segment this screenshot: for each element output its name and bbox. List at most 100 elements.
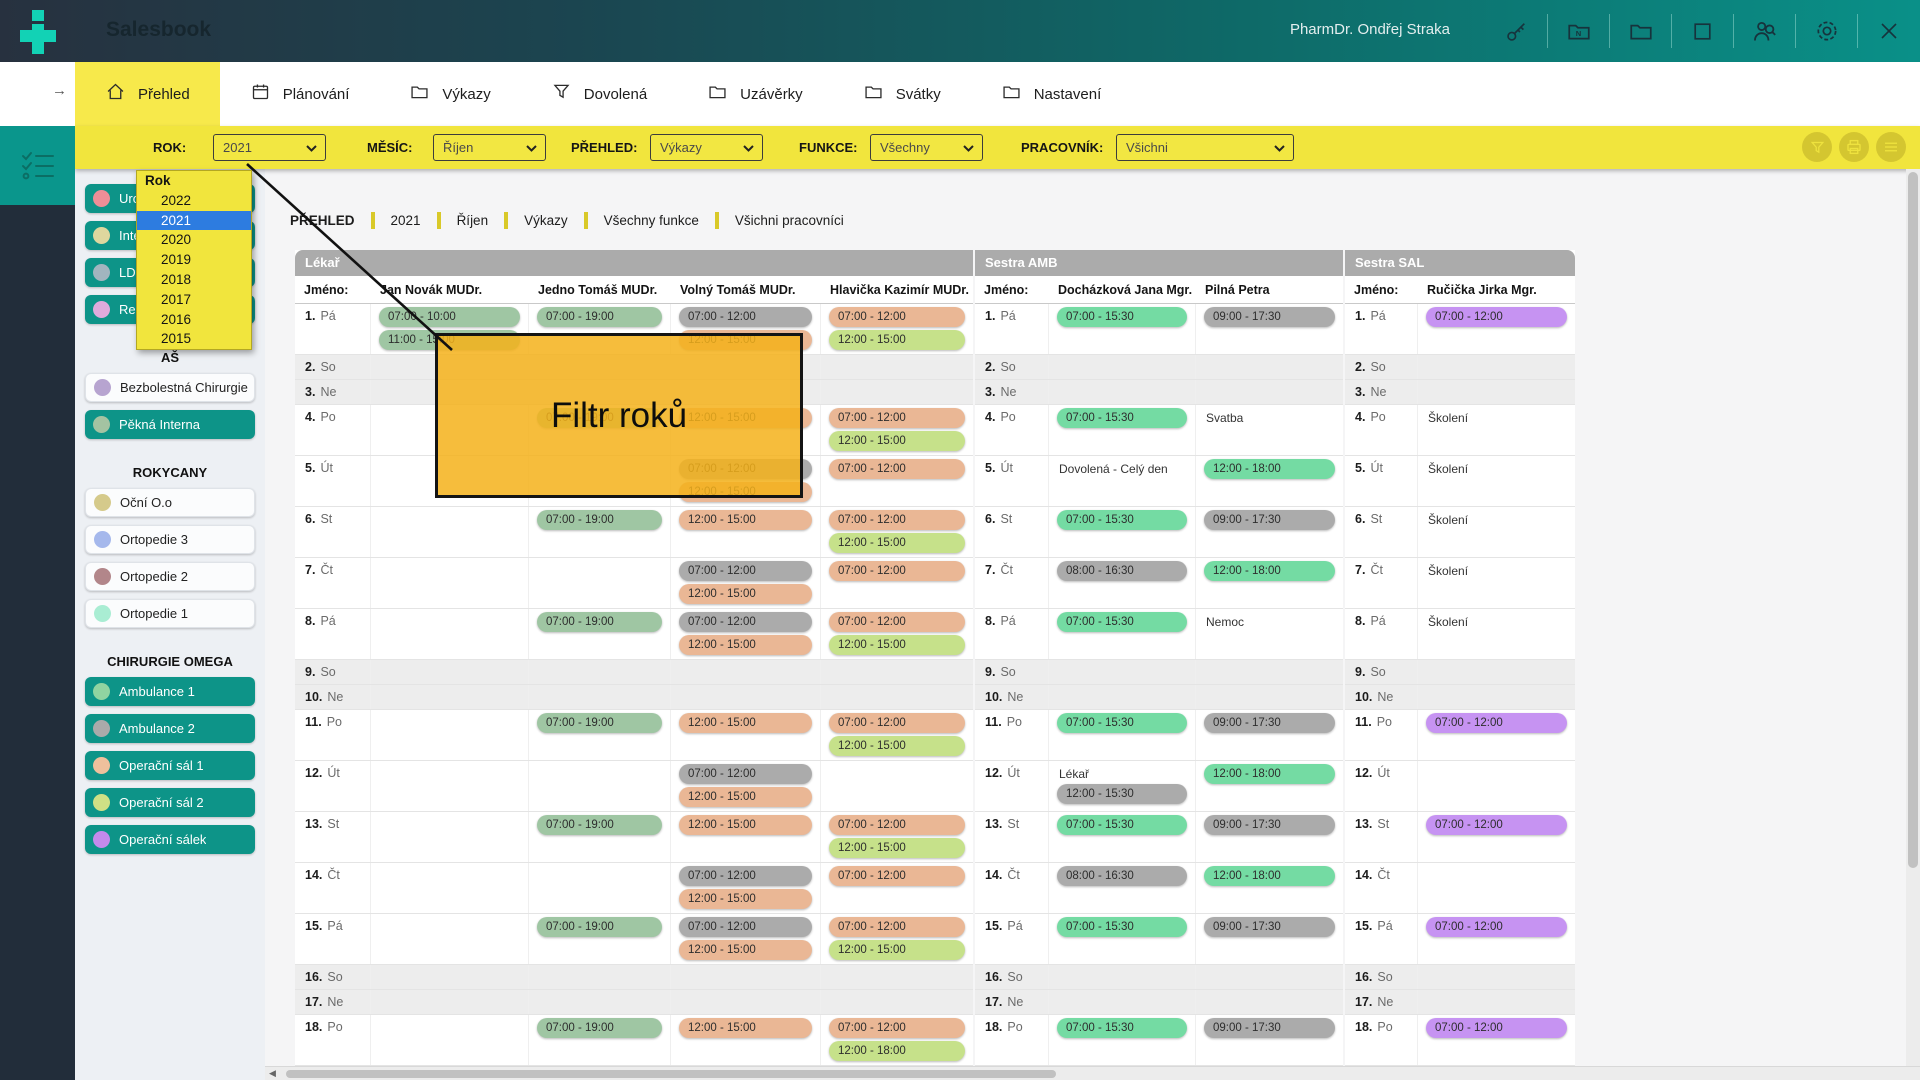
- schedule-cell[interactable]: [671, 990, 821, 1014]
- schedule-cell[interactable]: [529, 685, 671, 709]
- shift-pill[interactable]: 07:00 - 19:00: [537, 1018, 662, 1038]
- shift-pill[interactable]: 12:00 - 15:00: [679, 815, 812, 835]
- schedule-cell[interactable]: Školení: [1418, 558, 1575, 608]
- schedule-cell[interactable]: 07:00 - 12:0012:00 - 15:00: [671, 558, 821, 608]
- schedule-cell[interactable]: 07:00 - 15:30: [1049, 405, 1196, 455]
- horizontal-scrollbar-thumb[interactable]: [286, 1070, 1056, 1078]
- shift-pill[interactable]: 07:00 - 19:00: [537, 307, 662, 327]
- year-option-2018[interactable]: 2018: [137, 270, 251, 290]
- tab-svatky[interactable]: Svátky: [833, 62, 971, 126]
- filter-select[interactable]: Říjen: [433, 134, 546, 161]
- schedule-cell[interactable]: 09:00 - 17:30: [1196, 1015, 1343, 1065]
- shift-pill[interactable]: 07:00 - 12:00: [679, 307, 812, 327]
- schedule-cell[interactable]: 07:00 - 15:30: [1049, 1015, 1196, 1065]
- shift-pill[interactable]: 07:00 - 15:30: [1057, 917, 1187, 937]
- schedule-cell[interactable]: [1196, 685, 1343, 709]
- schedule-cell[interactable]: [821, 380, 973, 404]
- schedule-cell[interactable]: 09:00 - 17:30: [1196, 914, 1343, 964]
- schedule-cell[interactable]: [1418, 685, 1575, 709]
- schedule-cell[interactable]: [529, 761, 671, 811]
- schedule-cell[interactable]: 07:00 - 12:0012:00 - 15:00: [671, 761, 821, 811]
- schedule-cell[interactable]: 07:00 - 19:00: [529, 710, 671, 760]
- schedule-cell[interactable]: [371, 1015, 529, 1065]
- shift-pill[interactable]: 12:00 - 15:30: [1057, 784, 1187, 804]
- schedule-cell[interactable]: 07:00 - 19:00: [529, 609, 671, 659]
- shift-pill[interactable]: 07:00 - 15:30: [1057, 815, 1187, 835]
- schedule-cell[interactable]: [671, 965, 821, 989]
- schedule-cell[interactable]: [1418, 660, 1575, 684]
- shift-pill[interactable]: 07:00 - 15:30: [1057, 1018, 1187, 1038]
- shift-pill[interactable]: 07:00 - 15:30: [1057, 713, 1187, 733]
- shift-pill[interactable]: 07:00 - 12:00: [679, 917, 812, 937]
- schedule-cell[interactable]: Školení: [1418, 507, 1575, 557]
- schedule-cell[interactable]: [1049, 990, 1196, 1014]
- shift-pill[interactable]: 07:00 - 12:00: [829, 307, 965, 327]
- sidebar-item-ambulance-1[interactable]: Ambulance 1: [85, 677, 255, 706]
- shift-pill[interactable]: 12:00 - 18:00: [1204, 561, 1335, 581]
- schedule-cell[interactable]: 07:00 - 19:00: [529, 1015, 671, 1065]
- schedule-cell[interactable]: 12:00 - 18:00: [1196, 456, 1343, 506]
- schedule-cell[interactable]: 07:00 - 19:00: [529, 914, 671, 964]
- schedule-cell[interactable]: Dovolená - Celý den: [1049, 456, 1196, 506]
- shift-pill[interactable]: 07:00 - 15:30: [1057, 408, 1187, 428]
- shift-pill[interactable]: 12:00 - 15:00: [679, 635, 812, 655]
- schedule-cell[interactable]: 07:00 - 12:00: [821, 558, 973, 608]
- schedule-cell[interactable]: 12:00 - 18:00: [1196, 761, 1343, 811]
- schedule-cell[interactable]: [371, 507, 529, 557]
- shift-pill[interactable]: 08:00 - 16:30: [1057, 561, 1187, 581]
- schedule-cell[interactable]: Školení: [1418, 609, 1575, 659]
- schedule-cell[interactable]: Nemoc: [1196, 609, 1343, 659]
- shift-pill[interactable]: 07:00 - 12:00: [829, 612, 965, 632]
- schedule-cell[interactable]: [529, 965, 671, 989]
- schedule-cell[interactable]: Lékař12:00 - 15:30: [1049, 761, 1196, 811]
- schedule-cell[interactable]: [821, 761, 973, 811]
- shift-pill[interactable]: 07:00 - 12:00: [829, 561, 965, 581]
- shift-pill[interactable]: 07:00 - 12:00: [679, 764, 812, 784]
- shift-pill[interactable]: 12:00 - 15:00: [829, 940, 965, 960]
- filter-select[interactable]: Všichni: [1116, 134, 1294, 161]
- shift-pill[interactable]: 07:00 - 15:30: [1057, 612, 1187, 632]
- schedule-cell[interactable]: 08:00 - 16:30: [1049, 558, 1196, 608]
- schedule-cell[interactable]: Školení: [1418, 456, 1575, 506]
- shift-pill[interactable]: 07:00 - 12:00: [679, 561, 812, 581]
- schedule-cell[interactable]: Školení: [1418, 405, 1575, 455]
- schedule-cell[interactable]: 12:00 - 15:00: [671, 812, 821, 862]
- schedule-cell[interactable]: 07:00 - 12:00 12:00 - 15:00: [671, 914, 821, 964]
- schedule-cell[interactable]: 07:00 - 15:30: [1049, 609, 1196, 659]
- schedule-cell[interactable]: [371, 761, 529, 811]
- shift-pill[interactable]: 07:00 - 12:00: [679, 866, 812, 886]
- schedule-cell[interactable]: [1049, 355, 1196, 379]
- schedule-cell[interactable]: [1196, 965, 1343, 989]
- shift-pill[interactable]: 07:00 - 15:30: [1057, 510, 1187, 530]
- shift-pill[interactable]: 07:00 - 12:00: [829, 510, 965, 530]
- nav-back-arrow-icon[interactable]: →: [52, 82, 67, 99]
- schedule-cell[interactable]: 12:00 - 18:00: [1196, 863, 1343, 913]
- tab-prehled[interactable]: Přehled: [75, 62, 220, 126]
- schedule-cell[interactable]: [1196, 660, 1343, 684]
- schedule-cell[interactable]: [371, 609, 529, 659]
- schedule-cell[interactable]: 07:00 - 15:30: [1049, 507, 1196, 557]
- schedule-cell[interactable]: 07:00 - 12:0012:00 - 15:00: [821, 914, 973, 964]
- tab-dovolena[interactable]: Dovolená: [521, 62, 677, 126]
- shift-pill[interactable]: 07:00 - 12:00: [829, 408, 965, 428]
- schedule-cell[interactable]: 07:00 - 12:00: [1418, 914, 1575, 964]
- schedule-cell[interactable]: [1418, 990, 1575, 1014]
- schedule-cell[interactable]: [1418, 863, 1575, 913]
- scroll-left-arrow-icon[interactable]: ◀: [269, 1068, 276, 1079]
- schedule-cell[interactable]: 07:00 - 12:0012:00 - 15:00: [821, 609, 973, 659]
- tab-uzaverky[interactable]: Uzávěrky: [677, 62, 833, 126]
- filter-select[interactable]: Všechny: [870, 134, 983, 161]
- schedule-cell[interactable]: [529, 558, 671, 608]
- schedule-cell[interactable]: 07:00 - 19:00: [529, 812, 671, 862]
- shift-pill[interactable]: 07:00 - 12:00: [1426, 713, 1567, 733]
- schedule-cell[interactable]: [529, 660, 671, 684]
- user-search-icon[interactable]: [1751, 18, 1778, 45]
- shift-pill[interactable]: 12:00 - 15:00: [829, 330, 965, 350]
- sidebar-item-operac-ni-sa-lek[interactable]: Operační sálek: [85, 825, 255, 854]
- schedule-cell[interactable]: [821, 660, 973, 684]
- year-option-2022[interactable]: 2022: [137, 191, 251, 211]
- schedule-cell[interactable]: [1418, 965, 1575, 989]
- shift-pill[interactable]: 07:00 - 19:00: [537, 713, 662, 733]
- shift-pill[interactable]: 12:00 - 15:00: [679, 940, 812, 960]
- sidebar-item-operac-ni-sa-l-2[interactable]: Operační sál 2: [85, 788, 255, 817]
